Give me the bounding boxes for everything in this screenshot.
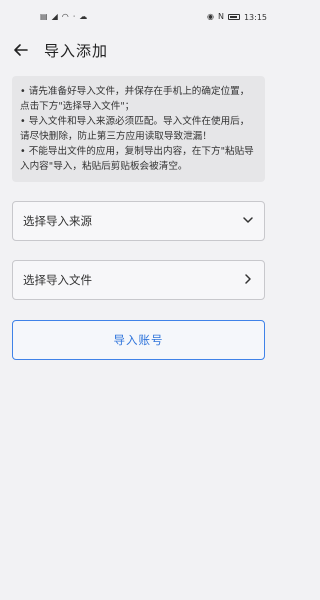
- nfc-icon: N: [217, 12, 224, 21]
- wifi-icon: ◠: [61, 12, 69, 21]
- chevron-right-icon: [242, 273, 254, 288]
- top-app-bar: 导入添加: [0, 34, 277, 66]
- status-bar: ▤ ◢ ◠ ⋅ ☁ ◉ N 13:15: [0, 0, 277, 34]
- eye-icon: ◉: [206, 12, 214, 21]
- instructions-notice: • 请先准备好导入文件，并保存在手机上的确定位置，点击下方"选择导入文件"； •…: [12, 76, 265, 182]
- import-source-label: 选择导入来源: [23, 214, 92, 228]
- import-account-button[interactable]: 导入账号: [12, 320, 265, 360]
- back-arrow-glyph: [14, 44, 28, 56]
- import-source-select[interactable]: 选择导入来源: [12, 201, 265, 241]
- notice-line: • 请先准备好导入文件，并保存在手机上的确定位置，点击下方"选择导入文件"；: [20, 86, 250, 112]
- notice-line: • 导入文件和导入来源必须匹配。导入文件在使用后，请尽快删除，防止第三方应用读取…: [20, 116, 250, 142]
- sim-hd-icon: ▤: [40, 12, 48, 21]
- page-title: 导入添加: [44, 41, 109, 60]
- import-file-label: 选择导入文件: [23, 273, 92, 287]
- status-left: ▤ ◢ ◠ ⋅ ☁: [40, 13, 87, 21]
- status-right: ◉ N 13:15: [207, 13, 267, 22]
- speed-icon: ⋅: [72, 12, 76, 21]
- battery-icon: [227, 14, 240, 20]
- signal-icon: ◢: [51, 12, 58, 21]
- notice-line: • 不能导出文件的应用，复制导出内容，在下方"粘贴导入内容"导入，粘贴后剪贴板会…: [20, 146, 254, 172]
- chevron-down-icon: [242, 214, 254, 229]
- back-arrow-icon[interactable]: [12, 41, 30, 59]
- cloud-icon: ☁: [79, 12, 88, 21]
- import-file-select[interactable]: 选择导入文件: [12, 260, 265, 300]
- status-time: 13:15: [243, 12, 267, 22]
